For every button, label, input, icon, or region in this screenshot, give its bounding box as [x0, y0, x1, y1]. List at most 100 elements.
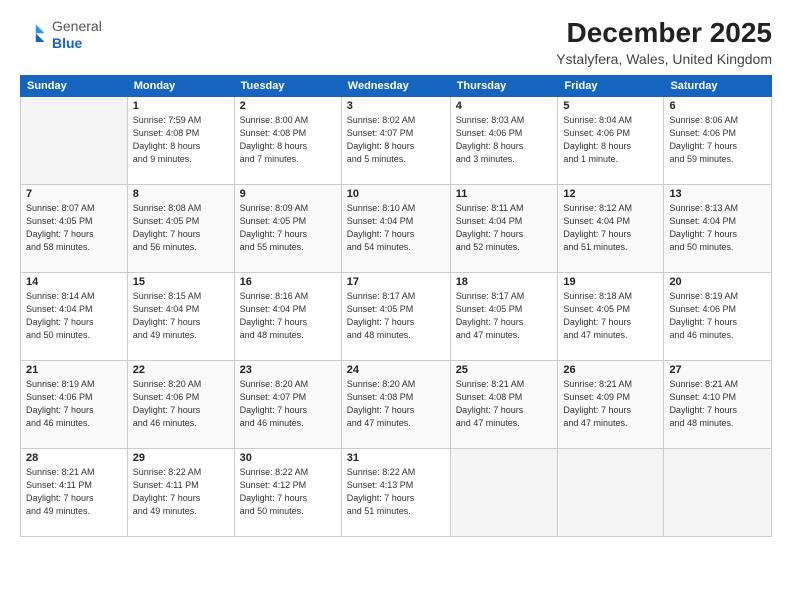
- table-row: 26 Sunrise: 8:21 AM Sunset: 4:09 PM Dayli…: [558, 360, 664, 448]
- table-row: [450, 448, 558, 536]
- table-row: 3Sunrise: 8:02 AM Sunset: 4:07 PM Daylig…: [341, 96, 450, 184]
- table-row: 17 Sunrise: 8:17 AM Sunset: 4:05 PM Dayli…: [341, 272, 450, 360]
- table-row: 31 Sunrise: 8:22 AM Sunset: 4:13 PM Dayli…: [341, 448, 450, 536]
- table-row: 20Sunrise: 8:19 AM Sunset: 4:06 PM Dayli…: [664, 272, 772, 360]
- location: Ystalyfera, Wales, United Kingdom: [556, 51, 772, 67]
- day-info: Sunrise: 8:20 AM Sunset: 4:07 PM Dayligh…: [240, 378, 336, 430]
- logo: General Blue: [20, 18, 102, 52]
- day-info: Sunrise: 8:21 AM Sunset: 4:10 PM Dayligh…: [669, 378, 766, 430]
- table-row: 1 Sunrise: 7:59 AM Sunset: 4:08 PM Daylig…: [127, 96, 234, 184]
- table-row: 4Sunrise: 8:03 AM Sunset: 4:06 PM Daylig…: [450, 96, 558, 184]
- day-number: 28: [26, 452, 122, 464]
- table-row: 10 Sunrise: 8:10 AM Sunset: 4:04 PM Dayli…: [341, 184, 450, 272]
- table-row: 18 Sunrise: 8:17 AM Sunset: 4:05 PM Dayli…: [450, 272, 558, 360]
- table-row: 22 Sunrise: 8:20 AM Sunset: 4:06 PM Dayli…: [127, 360, 234, 448]
- day-info: Sunrise: 8:14 AM Sunset: 4:04 PM Dayligh…: [26, 290, 122, 342]
- day-info: Sunrise: 8:18 AM Sunset: 4:05 PM Dayligh…: [563, 290, 658, 342]
- day-info: Sunrise: 8:12 AM Sunset: 4:04 PM Dayligh…: [563, 202, 658, 254]
- col-sunday: Sunday: [21, 75, 128, 96]
- table-row: 15 Sunrise: 8:15 AM Sunset: 4:04 PM Dayli…: [127, 272, 234, 360]
- table-row: 19 Sunrise: 8:18 AM Sunset: 4:05 PM Dayli…: [558, 272, 664, 360]
- day-number: 16: [240, 276, 336, 288]
- day-number: 22: [133, 364, 229, 376]
- table-row: 24 Sunrise: 8:20 AM Sunset: 4:08 PM Dayli…: [341, 360, 450, 448]
- day-info: Sunrise: 8:17 AM Sunset: 4:05 PM Dayligh…: [456, 290, 553, 342]
- table-row: 28 Sunrise: 8:21 AM Sunset: 4:11 PM Dayli…: [21, 448, 128, 536]
- table-row: 30 Sunrise: 8:22 AM Sunset: 4:12 PM Dayli…: [234, 448, 341, 536]
- day-info: Sunrise: 8:09 AM Sunset: 4:05 PM Dayligh…: [240, 202, 336, 254]
- calendar-header-row: Sunday Monday Tuesday Wednesday Thursday…: [21, 75, 772, 96]
- table-row: 27Sunrise: 8:21 AM Sunset: 4:10 PM Dayli…: [664, 360, 772, 448]
- day-number: 18: [456, 276, 553, 288]
- col-thursday: Thursday: [450, 75, 558, 96]
- day-info: Sunrise: 8:13 AM Sunset: 4:04 PM Dayligh…: [669, 202, 766, 254]
- day-number: 15: [133, 276, 229, 288]
- day-number: 13: [669, 188, 766, 200]
- day-info: Sunrise: 8:00 AM Sunset: 4:08 PM Dayligh…: [240, 114, 336, 166]
- day-number: 17: [347, 276, 445, 288]
- table-row: [21, 96, 128, 184]
- day-number: 29: [133, 452, 229, 464]
- day-info: Sunrise: 8:19 AM Sunset: 4:06 PM Dayligh…: [26, 378, 122, 430]
- day-number: 23: [240, 364, 336, 376]
- day-number: 21: [26, 364, 122, 376]
- logo-blue: Blue: [52, 35, 102, 52]
- day-info: Sunrise: 8:20 AM Sunset: 4:08 PM Dayligh…: [347, 378, 445, 430]
- day-info: Sunrise: 8:21 AM Sunset: 4:09 PM Dayligh…: [563, 378, 658, 430]
- table-row: 6 Sunrise: 8:06 AM Sunset: 4:06 PM Daylig…: [664, 96, 772, 184]
- day-number: 25: [456, 364, 553, 376]
- table-row: 21 Sunrise: 8:19 AM Sunset: 4:06 PM Dayli…: [21, 360, 128, 448]
- day-info: Sunrise: 8:21 AM Sunset: 4:08 PM Dayligh…: [456, 378, 553, 430]
- day-number: 9: [240, 188, 336, 200]
- col-monday: Monday: [127, 75, 234, 96]
- calendar-week-row: 7 Sunrise: 8:07 AM Sunset: 4:05 PM Daylig…: [21, 184, 772, 272]
- day-number: 11: [456, 188, 553, 200]
- day-number: 14: [26, 276, 122, 288]
- logo-text: General Blue: [52, 18, 102, 52]
- table-row: 7 Sunrise: 8:07 AM Sunset: 4:05 PM Daylig…: [21, 184, 128, 272]
- table-row: 12 Sunrise: 8:12 AM Sunset: 4:04 PM Dayli…: [558, 184, 664, 272]
- table-row: [664, 448, 772, 536]
- col-wednesday: Wednesday: [341, 75, 450, 96]
- day-info: Sunrise: 8:22 AM Sunset: 4:12 PM Dayligh…: [240, 466, 336, 518]
- day-info: Sunrise: 8:20 AM Sunset: 4:06 PM Dayligh…: [133, 378, 229, 430]
- day-info: Sunrise: 8:06 AM Sunset: 4:06 PM Dayligh…: [669, 114, 766, 166]
- day-info: Sunrise: 8:02 AM Sunset: 4:07 PM Dayligh…: [347, 114, 445, 166]
- day-number: 6: [669, 100, 766, 112]
- day-number: 10: [347, 188, 445, 200]
- logo-general: General: [52, 18, 102, 35]
- day-number: 30: [240, 452, 336, 464]
- day-info: Sunrise: 8:08 AM Sunset: 4:05 PM Dayligh…: [133, 202, 229, 254]
- table-row: 25 Sunrise: 8:21 AM Sunset: 4:08 PM Dayli…: [450, 360, 558, 448]
- calendar-week-row: 28 Sunrise: 8:21 AM Sunset: 4:11 PM Dayli…: [21, 448, 772, 536]
- table-row: 23 Sunrise: 8:20 AM Sunset: 4:07 PM Dayli…: [234, 360, 341, 448]
- day-number: 12: [563, 188, 658, 200]
- table-row: 9 Sunrise: 8:09 AM Sunset: 4:05 PM Daylig…: [234, 184, 341, 272]
- table-row: 14 Sunrise: 8:14 AM Sunset: 4:04 PM Dayli…: [21, 272, 128, 360]
- day-info: Sunrise: 8:22 AM Sunset: 4:13 PM Dayligh…: [347, 466, 445, 518]
- month-year: December 2025: [556, 18, 772, 49]
- day-info: Sunrise: 7:59 AM Sunset: 4:08 PM Dayligh…: [133, 114, 229, 166]
- day-number: 5: [563, 100, 658, 112]
- day-number: 24: [347, 364, 445, 376]
- table-row: 2Sunrise: 8:00 AM Sunset: 4:08 PM Daylig…: [234, 96, 341, 184]
- table-row: [558, 448, 664, 536]
- col-saturday: Saturday: [664, 75, 772, 96]
- day-info: Sunrise: 8:22 AM Sunset: 4:11 PM Dayligh…: [133, 466, 229, 518]
- logo-icon: [20, 21, 48, 49]
- day-number: 7: [26, 188, 122, 200]
- day-number: 26: [563, 364, 658, 376]
- day-number: 31: [347, 452, 445, 464]
- day-number: 1: [133, 100, 229, 112]
- day-info: Sunrise: 8:10 AM Sunset: 4:04 PM Dayligh…: [347, 202, 445, 254]
- day-number: 20: [669, 276, 766, 288]
- day-info: Sunrise: 8:11 AM Sunset: 4:04 PM Dayligh…: [456, 202, 553, 254]
- day-info: Sunrise: 8:21 AM Sunset: 4:11 PM Dayligh…: [26, 466, 122, 518]
- calendar-week-row: 1 Sunrise: 7:59 AM Sunset: 4:08 PM Daylig…: [21, 96, 772, 184]
- day-info: Sunrise: 8:07 AM Sunset: 4:05 PM Dayligh…: [26, 202, 122, 254]
- day-number: 4: [456, 100, 553, 112]
- day-number: 19: [563, 276, 658, 288]
- day-info: Sunrise: 8:17 AM Sunset: 4:05 PM Dayligh…: [347, 290, 445, 342]
- day-info: Sunrise: 8:15 AM Sunset: 4:04 PM Dayligh…: [133, 290, 229, 342]
- calendar-week-row: 14 Sunrise: 8:14 AM Sunset: 4:04 PM Dayli…: [21, 272, 772, 360]
